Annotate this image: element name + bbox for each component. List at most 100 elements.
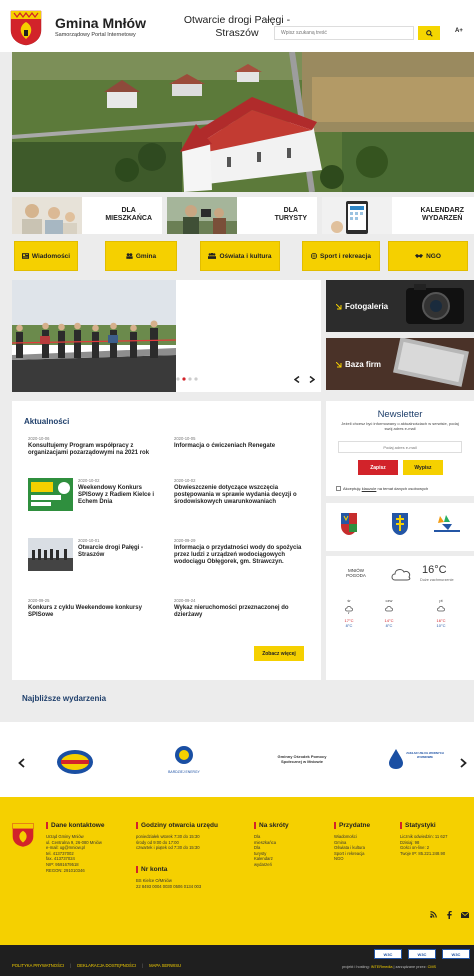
partner-logo-3[interactable]: Gminny Ośrodek Pomocy Społecznej w Mniow…	[266, 754, 338, 764]
news-date: 2020-10-05	[174, 436, 196, 441]
news-item[interactable]: 2020-09-25 Konkurs z cyklu Weekendowe ko…	[28, 598, 166, 619]
slider-dots[interactable]	[176, 377, 198, 381]
mail-icon[interactable]	[461, 912, 469, 918]
footer-hours: Godziny otwarcia urzędu poniedziałek wto…	[136, 822, 246, 851]
nav-gmina[interactable]: Gmina	[105, 241, 177, 271]
slider-prev-icon[interactable]	[294, 376, 300, 383]
partners-prev-icon[interactable]	[18, 758, 25, 768]
sitemap-link[interactable]: MAPA SERWISU	[149, 963, 181, 968]
footer-account: Nr konta BS Kielce O/Mniów 22 8493 0004 …	[136, 866, 246, 889]
nav-ngo[interactable]: NGO	[388, 241, 468, 271]
news-title: Konsultujemy Program współpracy z organi…	[28, 443, 150, 457]
accessibility-link[interactable]: DEKLARACJA DOSTĘPNOŚCI	[77, 963, 136, 968]
news-item[interactable]: 2020-09-29 Informacja o przydatności wod…	[174, 538, 312, 567]
privacy-link[interactable]: POLITYKA PRYWATNOŚCI	[12, 963, 64, 968]
cms-link[interactable]: CMS	[428, 965, 436, 969]
footer-heading: Na skróty	[254, 822, 314, 829]
newsletter-email-input[interactable]	[338, 441, 462, 453]
news-title: Konkurs z cyklu Weekendowe konkursy SPIS…	[28, 605, 142, 619]
footer-contact: Dane kontaktowe Urząd Gminy Mniów ul. Ce…	[46, 822, 126, 873]
news-title: Informacja o przydatności wody do spożyc…	[174, 545, 302, 566]
w3c-badge[interactable]: W3C	[374, 949, 402, 959]
rss-icon[interactable]	[430, 911, 437, 918]
partner-logo-4[interactable]: ZAKŁAD USŁUG WODNYCH W MNIOWIE	[388, 744, 444, 778]
tile-label: Baza firm	[336, 360, 381, 369]
subscribe-button[interactable]: Zapisz	[358, 460, 398, 475]
footer-line: 22 8493 0004 0030 0506 0134 003	[136, 883, 202, 889]
slide-title[interactable]: Otwarcie drogi Pałęgi - Straszów	[170, 14, 304, 40]
news-item[interactable]: 2020-10-02 Obwieszczenie dotyczące wszcz…	[174, 478, 312, 507]
news-date: 2020-10-02	[174, 478, 196, 483]
newspaper-icon	[21, 253, 29, 259]
news-title: Obwieszczenie dotyczące wszczęcia postęp…	[174, 485, 297, 506]
cloud-icon	[391, 569, 411, 581]
nav-sport[interactable]: Sport i rekreacja	[302, 241, 380, 271]
audience-tile-calendar[interactable]: KALENDARZ WYDARZEŃ	[322, 197, 474, 234]
footer-link[interactable]: wydarzeń	[254, 862, 314, 868]
footer-shortcuts: Na skróty Dla mieszkańca Dla turysty Kal…	[254, 822, 314, 868]
slide-image[interactable]	[12, 280, 176, 392]
nav-label: Sport i rekreacja	[320, 252, 371, 260]
w3c-badge[interactable]: W3C	[408, 949, 436, 959]
news-item[interactable]: 2020-10-05 Informacja o ćwiczeniach Rene…	[174, 436, 312, 450]
footer-line: czwartek i piątek od 7:30 do 15:30	[136, 845, 200, 851]
region-crest-icon[interactable]	[391, 512, 409, 536]
footer-link[interactable]: NGO	[334, 856, 394, 862]
audience-tile-resident[interactable]: DLA MIESZKAŃCA	[12, 197, 162, 234]
partner-logo-1[interactable]	[55, 748, 95, 776]
news-thumbnail[interactable]	[28, 538, 73, 571]
county-crest-icon[interactable]	[340, 512, 358, 536]
news-date: 2020-09-24	[174, 598, 196, 603]
font-size-toggle[interactable]: A+	[455, 28, 463, 34]
slider-next-icon[interactable]	[309, 376, 315, 383]
gallery-tile[interactable]: Fotogaleria	[326, 280, 474, 332]
audience-tile-tourist[interactable]: DLA TURYSTY	[167, 197, 317, 234]
footer-crest-logo[interactable]	[12, 822, 34, 848]
nav-label: NGO	[426, 252, 441, 260]
audience-label: DLA MIESZKAŃCA	[105, 207, 152, 222]
nav-news[interactable]: Wiadomości	[14, 241, 78, 271]
bottom-links: POLITYKA PRYWATNOŚCI | DEKLARACJA DOSTĘP…	[12, 963, 181, 968]
news-date: 2020-09-25	[28, 598, 50, 603]
handshake-icon	[415, 254, 424, 258]
partner-logo-2[interactable]: BARDZIEJ ENERGY	[160, 744, 208, 776]
nav-label: Oświata i kultura	[219, 252, 272, 260]
news-item[interactable]: 2020-10-06 Konsultujemy Program współpra…	[28, 436, 166, 457]
nav-education[interactable]: Oświata i kultura	[200, 241, 280, 271]
separator: |	[142, 963, 144, 968]
site-subtitle: Samorządowy Portal Internetowy	[55, 32, 136, 38]
partners-next-icon[interactable]	[460, 758, 467, 768]
crest-logo[interactable]	[10, 10, 42, 46]
w3c-badge[interactable]: W3C	[442, 949, 470, 959]
audience-label: KALENDARZ WYDARZEŃ	[420, 207, 464, 222]
news-item[interactable]: 2020-10-02 Weekendowy Konkurs SPISowy z …	[78, 478, 168, 507]
news-date: 2020-10-06	[28, 436, 50, 441]
search-button[interactable]	[418, 26, 440, 40]
footer-heading: Statystyki	[400, 822, 472, 829]
consent-checkbox[interactable]: Akceptuję klauzule na temat danych osobo…	[336, 486, 428, 491]
forecast-day: śr 17°C 8°C	[344, 598, 354, 628]
residents-photo	[12, 197, 82, 234]
clause-link[interactable]: klauzule	[362, 486, 377, 491]
arrow-icon	[336, 361, 342, 367]
news-item[interactable]: 2020-09-24 Wykaz nieruchomości przeznacz…	[174, 598, 312, 619]
newsletter-title: Newsletter	[377, 409, 423, 420]
news-title: Otwarcie drogi Pałęgi - Straszów	[78, 545, 144, 559]
intermedia-link[interactable]: INTERmedia	[371, 965, 393, 969]
more-news-button[interactable]: Zobacz więcej	[254, 646, 304, 661]
partner-logo-2-mark	[175, 746, 193, 764]
site-title[interactable]: Gmina Mnłów	[55, 15, 146, 31]
footer-heading: Dane kontaktowe	[46, 822, 126, 829]
unsubscribe-button[interactable]: Wypisz	[403, 460, 443, 475]
weather-description: Duże zachmurzenie	[420, 578, 454, 582]
news-thumbnail[interactable]	[28, 478, 73, 511]
facebook-icon[interactable]	[447, 911, 452, 919]
business-tile[interactable]: Baza firm	[326, 338, 474, 390]
news-item[interactable]: 2020-10-01 Otwarcie drogi Pałęgi - Stras…	[78, 538, 168, 559]
nav-label: Gmina	[135, 252, 157, 260]
footer-heading: Przydatne	[334, 822, 394, 829]
checkbox-box[interactable]	[336, 486, 341, 491]
footer-useful: Przydatne Wiadomości Gmina Oświata i kul…	[334, 822, 394, 862]
region-brand-logo[interactable]	[432, 514, 462, 534]
news-title: Informacja o ćwiczeniach Renegate	[174, 443, 276, 449]
